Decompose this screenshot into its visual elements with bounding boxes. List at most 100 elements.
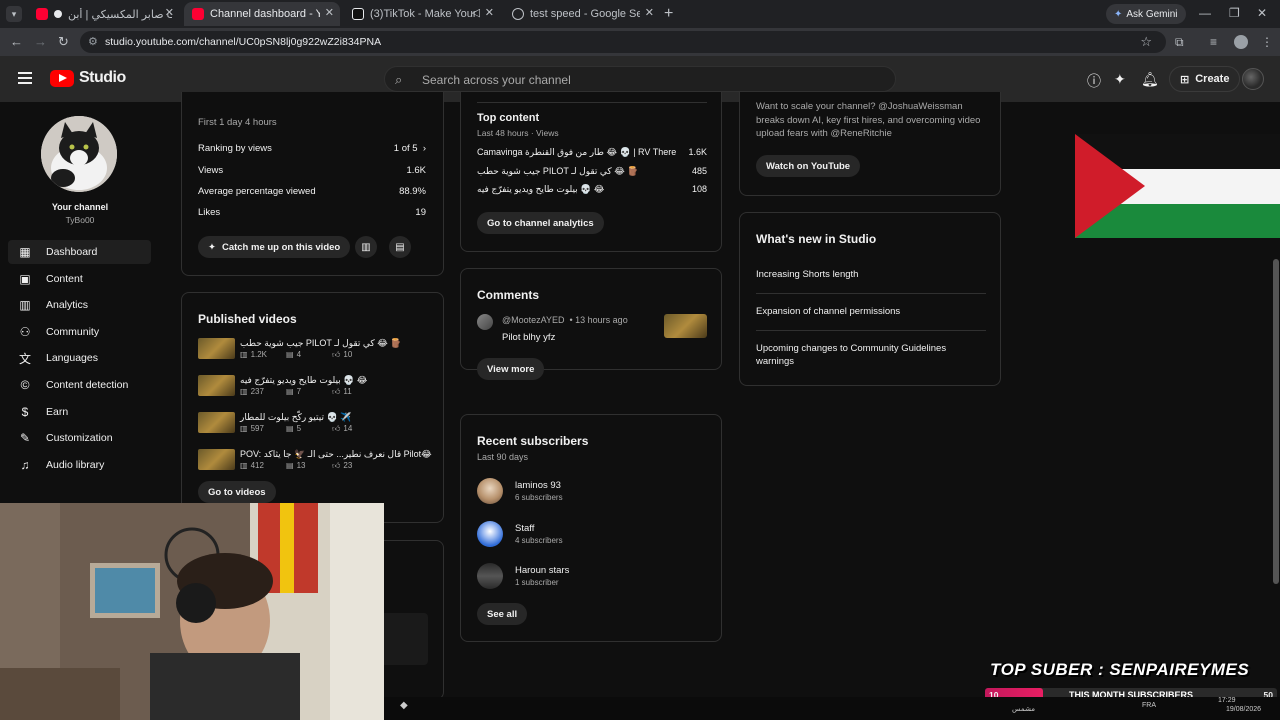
weather-label: مشمس (1012, 706, 1035, 713)
subscriber-name[interactable]: Staff (515, 523, 534, 534)
sidebar-item-analytics[interactable]: ▥ Analytics (8, 293, 151, 317)
windows-taskbar: ◆ مشمس FRA 17:29 19/08/2026 (384, 697, 1280, 720)
extensions-icon[interactable]: ⧉ (1175, 35, 1184, 50)
published-video-item[interactable]: تيتيو ركّح بيلوت للمطار 💀 ✈️ ▥ 597 ▤ 5 👍… (198, 412, 428, 442)
sidebar-item-earn[interactable]: $ Earn (8, 400, 151, 424)
subscriber-name[interactable]: Haroun stars (515, 565, 569, 576)
account-avatar[interactable] (1242, 68, 1264, 90)
video-comments-icon[interactable]: ▤ (389, 236, 411, 258)
sidebar-item-content-detection[interactable]: © Content detection (8, 373, 151, 397)
tab-title: test speed - Google Search (530, 8, 640, 20)
page-scrollbar[interactable] (1273, 104, 1279, 584)
create-button[interactable]: ⊞ Create (1169, 66, 1241, 92)
whats-new-item[interactable]: Increasing Shorts length (756, 268, 986, 281)
published-video-item[interactable]: بيلوت طايح ويديو يتفرّج فيه 💀 😂 ▥ 237 ▤ … (198, 375, 428, 405)
video-thumbnail[interactable] (198, 412, 235, 433)
sidebar-item-label: Earn (46, 406, 69, 418)
whats-new-item[interactable]: Upcoming changes to Community Guidelines… (756, 342, 986, 368)
top-content-row[interactable]: بيلوت طايح ويديو يتفرّج فيه 💀 😂 108 (477, 184, 707, 195)
sparkle-icon[interactable]: ✦ (1114, 71, 1126, 88)
channel-search-input[interactable]: ⌕ Search across your channel (384, 66, 896, 92)
watch-on-youtube-button[interactable]: Watch on YouTube (756, 155, 861, 177)
sidebar-item-community[interactable]: ⚇ Community (8, 320, 151, 344)
top-content-row[interactable]: جيب شوية حطب PILOT كي تقول لـ 😂 🪵 485 (477, 166, 707, 177)
video-title[interactable]: POV: قال نعرف نطير... حتى الـ 🦅 جا يثاكد… (240, 449, 432, 460)
notifications-bell-icon[interactable]: 🔔︎ (1141, 71, 1159, 88)
comments-title: Comments (477, 288, 540, 302)
reload-icon[interactable]: ↻ (58, 34, 69, 50)
forward-icon[interactable]: → (34, 34, 47, 49)
published-video-item[interactable]: جيب شوية حطب PILOT كي تقول لـ 😂 🪵 ▥ 1.2K… (198, 338, 428, 368)
views-icon: ▥ 237 (240, 387, 264, 396)
channel-avatar[interactable] (41, 116, 117, 192)
studio-logo[interactable]: Studio (50, 69, 126, 87)
new-tab-icon[interactable]: + (664, 5, 673, 23)
language-indicator[interactable]: FRA (1142, 702, 1156, 709)
taskbar-app-icon[interactable]: ◆ (400, 700, 408, 711)
sidebar-item-languages[interactable]: 文 Languages (8, 346, 151, 370)
top-content-title-text: Camavinga طار من فوق القنطرة 😂 💀 | RV Th… (477, 147, 677, 157)
media-controls-icon[interactable]: ≡ (1210, 35, 1217, 49)
subscriber-count: 4 subscribers (515, 536, 563, 545)
back-icon[interactable]: ← (10, 34, 23, 49)
browser-tab-3[interactable]: (3)TikTok - Make Your Day ◁ ✕ (344, 2, 500, 26)
menu-icon[interactable] (18, 72, 32, 84)
comment-text: Pilot blhy yfz (502, 332, 556, 343)
close-window-icon[interactable]: ✕ (1257, 6, 1267, 20)
video-thumbnail[interactable] (198, 375, 235, 396)
comment-video-thumbnail[interactable] (664, 314, 707, 338)
browser-tab-1[interactable]: كسكوت صابر المكسيكي | أبن ✕ (28, 2, 180, 26)
see-all-button[interactable]: See all (477, 603, 528, 625)
restore-icon[interactable]: ❐ (1229, 6, 1240, 20)
help-icon[interactable]: ⓘ (1087, 71, 1101, 91)
top-content-period: Last 48 hours · Views (477, 128, 559, 138)
url-text[interactable]: studio.youtube.com/channel/UC0pSN8lj0g92… (105, 36, 381, 48)
ranking-value-wrap[interactable]: 1 of 5 › (394, 143, 426, 154)
close-tab-icon[interactable]: ✕ (485, 6, 494, 19)
published-video-item[interactable]: POV: قال نعرف نطير... حتى الـ 🦅 جا يثاكد… (198, 449, 432, 479)
video-thumbnail[interactable] (198, 338, 235, 359)
mute-icon[interactable]: ◁ (472, 6, 480, 19)
browser-menu-icon[interactable]: ⋮ (1261, 35, 1273, 49)
scrollbar-thumb[interactable] (1273, 259, 1279, 584)
clock-date: 19/08/2026 (1226, 706, 1262, 713)
minimize-icon[interactable]: — (1199, 6, 1211, 20)
bookmark-star-icon[interactable]: ☆ (1140, 34, 1152, 50)
sidebar-item-dashboard[interactable]: ▦ Dashboard (8, 240, 151, 264)
watch-on-youtube-label: Watch on YouTube (766, 160, 851, 172)
close-tab-icon[interactable]: ✕ (325, 6, 334, 19)
browser-tab-2[interactable]: Channel dashboard - YouTube ✕ (184, 2, 340, 26)
omnibox[interactable]: ⚙ studio.youtube.com/channel/UC0pSN8lj0g… (80, 31, 1166, 53)
views-label: Views (198, 165, 224, 176)
go-to-videos-button[interactable]: Go to videos (198, 481, 276, 503)
sidebar-item-content[interactable]: ▣ Content (8, 267, 151, 291)
profile-avatar-icon[interactable] (1234, 35, 1248, 49)
subscriber-avatar[interactable] (477, 478, 503, 504)
sidebar-item-customization[interactable]: ✎ Customization (8, 426, 151, 450)
top-content-row[interactable]: Camavinga طار من فوق القنطرة 😂 💀 | RV Th… (477, 147, 707, 158)
subscriber-avatar[interactable] (477, 521, 503, 547)
video-thumbnail[interactable] (198, 449, 235, 470)
sidebar-item-label: Dashboard (46, 246, 98, 258)
video-title[interactable]: تيتيو ركّح بيلوت للمطار 💀 ✈️ (240, 412, 351, 423)
subscriber-name[interactable]: laminos 93 (515, 480, 561, 491)
catch-me-up-button[interactable]: ✦ Catch me up on this video (198, 236, 351, 258)
close-tab-icon[interactable]: ✕ (165, 6, 174, 19)
go-to-analytics-button[interactable]: Go to channel analytics (477, 212, 604, 234)
site-info-icon[interactable]: ⚙ (88, 35, 98, 48)
subscriber-avatar[interactable] (477, 563, 503, 589)
whats-new-item[interactable]: Expansion of channel permissions (756, 305, 986, 318)
languages-icon: 文 (18, 351, 31, 366)
view-more-button[interactable]: View more (477, 358, 545, 380)
browser-tab-4[interactable]: test speed - Google Search ✕ (504, 2, 660, 26)
tab-search-icon[interactable]: ▾ (6, 6, 22, 22)
video-title[interactable]: جيب شوية حطب PILOT كي تقول لـ 😂 🪵 (240, 338, 401, 349)
sidebar-item-audio-library[interactable]: ♫ Audio library (8, 453, 151, 477)
flag-triangle (1075, 134, 1145, 238)
commenter-avatar[interactable] (477, 314, 493, 330)
comment-author[interactable]: @MootezAYED (502, 315, 565, 325)
video-title[interactable]: بيلوت طايح ويديو يتفرّج فيه 💀 😂 (240, 375, 367, 386)
video-analytics-icon[interactable]: ▥ (355, 236, 377, 258)
close-tab-icon[interactable]: ✕ (645, 6, 654, 19)
ask-gemini-button[interactable]: ✦ Ask Gemini (1106, 4, 1186, 24)
